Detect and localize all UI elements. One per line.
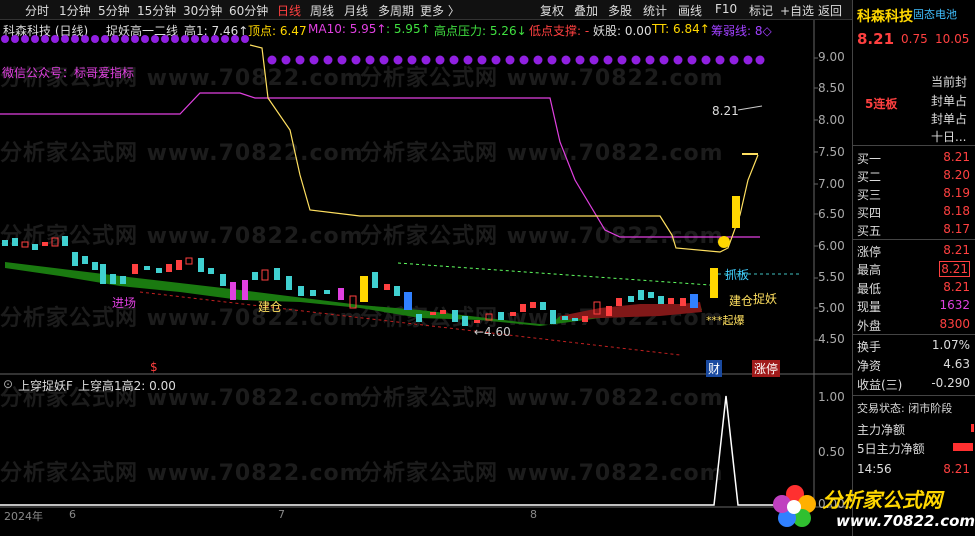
yellow-line [249, 44, 759, 253]
stat-label: 外盘 [857, 319, 882, 333]
date-label: 8 [530, 508, 537, 521]
stat-value: 1.07% [931, 338, 970, 352]
jinchang-label: 进场 [112, 296, 137, 310]
price-axis-label: 4.50 [818, 332, 845, 346]
stat-value: 1632 [939, 298, 970, 312]
sub-axis-label: 0.50 [818, 445, 845, 459]
axis-ticks [814, 57, 818, 341]
price-axis-label: 6.00 [818, 239, 845, 253]
stat-label: 最高 [857, 263, 882, 277]
tick-price: 8.21 [943, 462, 970, 476]
main-net-label[interactable]: 主力净额 [857, 421, 905, 438]
main-net-bar [971, 424, 974, 432]
board-count: 5连板 [865, 97, 898, 111]
sub-indicator-value: 上穿高1高2: 0.00 [78, 379, 176, 393]
bid-value: 8.18 [943, 204, 970, 218]
stat-value: 8300 [939, 317, 970, 331]
note-line: 封单占 [931, 94, 968, 108]
price-axis-label: 5.50 [818, 270, 845, 284]
logo-title: 分析家公式网 [822, 488, 942, 512]
price-axis-label: 8.50 [818, 81, 845, 95]
note-line: 封单占 [931, 112, 968, 126]
flower-icon [773, 485, 816, 527]
jiancang-label: 建仓 [258, 300, 283, 314]
main-net5-bar [953, 443, 973, 451]
bid-value: 8.19 [943, 186, 970, 200]
stat-value: 8.21 [939, 261, 970, 277]
quote-panel: 科森科技 固态电池 8.21 0.75 10.05 5连板 当前封 封单占 封单… [852, 0, 975, 536]
price-axis-label: 7.50 [818, 145, 845, 159]
note-line: 当前封 [931, 75, 968, 89]
stat-value: 8.21 [943, 243, 970, 257]
zhuoyao-label: 捉妖 [753, 292, 778, 306]
qibao-label: ***起爆 [706, 314, 745, 327]
stat-label: 涨停 [857, 245, 882, 259]
dollar-mark: $ [150, 360, 158, 374]
date-label: 6 [69, 508, 76, 521]
jiancang2-label: 建仓 [729, 294, 754, 308]
stat-value: 4.63 [943, 357, 970, 371]
price-axis-label: 7.00 [818, 177, 845, 191]
price-axis-label: 6.50 [818, 207, 845, 221]
price-axis-label: 8.00 [818, 113, 845, 127]
current-price: 8.21 [857, 30, 895, 48]
dashed-line [397, 262, 711, 286]
stat-label: 换手 [857, 340, 882, 354]
sub-axis-label: 1.00 [818, 390, 845, 404]
date-label: 7 [278, 508, 285, 521]
sub-spike [0, 395, 814, 506]
bid-label: 买五 [857, 224, 882, 238]
logo-url: www.70822.com [836, 512, 975, 530]
note-line: 十日... [931, 130, 967, 144]
low-label: ←4.60 [474, 325, 511, 339]
bid-label: 买四 [857, 206, 882, 220]
price-pct: 10.05 [935, 32, 970, 46]
concept-tag[interactable]: 固态电池 [913, 6, 957, 22]
bid-value: 8.21 [943, 150, 970, 164]
price-axis-label: 9.00 [818, 50, 845, 64]
smiley-icon [718, 236, 730, 248]
bid-label: 买二 [857, 170, 882, 184]
trade-status: 交易状态: 闭市阶段 [857, 402, 953, 415]
bid-value: 8.17 [943, 222, 970, 236]
price-axis-label: 5.00 [818, 301, 845, 315]
stat-value: -0.290 [931, 376, 970, 390]
price-change: 0.75 [901, 32, 928, 46]
price-arrow [737, 105, 763, 111]
stock-name: 科森科技 [857, 9, 913, 25]
stat-label: 净资 [857, 359, 882, 373]
stat-label: 收益(三) [857, 378, 903, 392]
sub-indicator-name[interactable]: 上穿捉妖F [18, 377, 73, 394]
stat-value: 8.21 [943, 280, 970, 294]
price-label: 8.21 [712, 104, 739, 118]
date-axis: 2024年 6 7 8 [0, 508, 852, 523]
main-net5-label[interactable]: 5日主力净额 [857, 440, 925, 457]
tick-time: 14:56 [857, 462, 892, 476]
sub-chart-info: ⊙ 上穿捉妖F 上穿高1高2: 0.00 [0, 375, 850, 393]
purple-dot-line [1, 35, 765, 65]
site-logo: 分析家公式网 www.70822.com [770, 478, 975, 536]
wechat-label: 微信公众号：标哥爱指标 [2, 66, 135, 80]
bid-label: 买三 [857, 188, 882, 202]
bid-label: 买一 [857, 152, 882, 166]
stat-label: 现量 [857, 300, 882, 314]
stat-label: 最低 [857, 282, 882, 296]
sub-icon[interactable]: ⊙ [3, 377, 13, 391]
bid-value: 8.20 [943, 168, 970, 182]
date-label: 2024年 [4, 510, 43, 523]
zhuaban-label: 抓板 [725, 268, 750, 282]
